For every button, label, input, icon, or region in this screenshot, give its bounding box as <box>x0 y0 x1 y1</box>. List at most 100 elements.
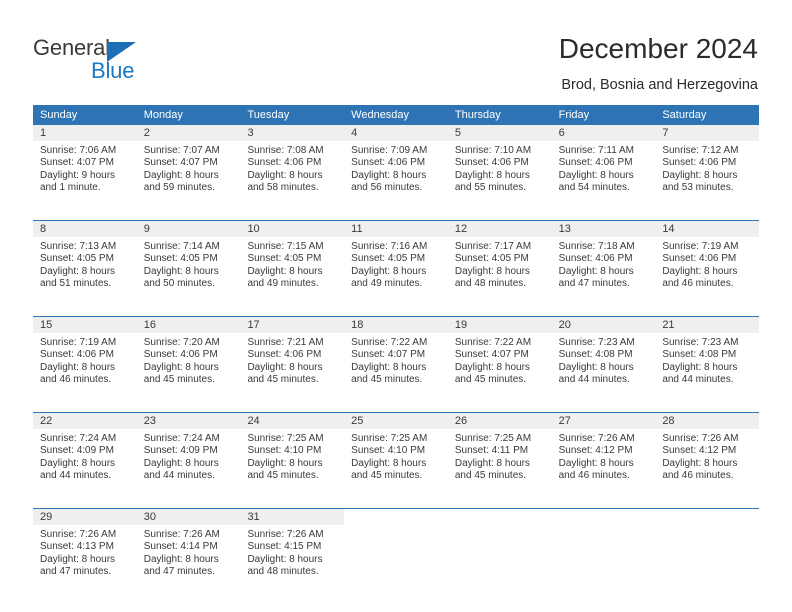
calendar-day-cell[interactable]: 2 Sunrise: 7:07 AM Sunset: 4:07 PM Daylight… <box>136 125 241 214</box>
calendar-day-cell[interactable]: 31 Sunrise: 7:26 AM Sunset: 4:15 PM Dayligh… <box>240 509 345 598</box>
calendar-day-cell[interactable]: 25 Sunrise: 7:25 AM Sunset: 4:10 PM Dayligh… <box>344 413 448 502</box>
day-number-band: 22 <box>33 413 137 430</box>
sunrise-text: Sunrise: 7:19 AM <box>40 337 117 348</box>
sunrise-text: Sunrise: 7:12 AM <box>662 145 739 156</box>
calendar-day-cell[interactable]: 11 Sunrise: 7:16 AM Sunset: 4:05 PM Dayligh… <box>344 221 448 310</box>
day-details: Sunrise: 7:22 AM Sunset: 4:07 PM Daylight:… <box>344 334 448 387</box>
calendar-day-cell[interactable]: 24 Sunrise: 7:25 AM Sunset: 4:10 PM Dayligh… <box>240 413 345 502</box>
calendar-day-cell[interactable]: 28 Sunrise: 7:26 AM Sunset: 4:12 PM Dayligh… <box>655 413 760 502</box>
sunset-text: Sunset: 4:06 PM <box>247 157 322 169</box>
sunset-text: Sunset: 4:08 PM <box>662 349 737 361</box>
day-details: Sunrise: 7:26 AM Sunset: 4:15 PM Daylight:… <box>240 526 344 579</box>
day-number-band: 1 <box>33 125 137 142</box>
calendar-day-cell[interactable]: 5 Sunrise: 7:10 AM Sunset: 4:06 PM Daylight… <box>447 125 552 214</box>
calendar-day-cell[interactable]: 10 Sunrise: 7:15 AM Sunset: 4:05 PM Dayligh… <box>240 221 345 310</box>
day-details: Sunrise: 7:19 AM Sunset: 4:06 PM Daylight:… <box>655 238 759 291</box>
day-number: 31 <box>247 511 260 523</box>
calendar-day-cell[interactable]: 3 Sunrise: 7:08 AM Sunset: 4:06 PM Daylight… <box>240 125 345 214</box>
calendar-day-cell[interactable]: 22 Sunrise: 7:24 AM Sunset: 4:09 PM Dayligh… <box>33 413 137 502</box>
daylight-text-line2: and 44 minutes. <box>662 374 734 386</box>
calendar-day-cell[interactable]: 8 Sunrise: 7:13 AM Sunset: 4:05 PM Daylight… <box>33 221 137 310</box>
calendar-day-cell[interactable]: 18 Sunrise: 7:22 AM Sunset: 4:07 PM Dayligh… <box>344 317 448 406</box>
daylight-text-line2: and 49 minutes. <box>247 278 319 290</box>
daylight-text-line2: and 55 minutes. <box>454 182 527 194</box>
day-number-band: 15 <box>33 317 137 334</box>
calendar-day-cell[interactable]: 15 Sunrise: 7:19 AM Sunset: 4:06 PM Dayligh… <box>33 317 137 406</box>
day-number-band <box>655 509 760 526</box>
weekday-header-sunday: Sunday <box>40 109 78 121</box>
day-details: Sunrise: 7:19 AM Sunset: 4:06 PM Daylight:… <box>33 334 137 387</box>
calendar-day-cell[interactable]: 14 Sunrise: 7:19 AM Sunset: 4:06 PM Dayligh… <box>655 221 760 310</box>
day-number: 24 <box>247 415 260 427</box>
day-number-band: 11 <box>344 221 448 238</box>
calendar-day-cell[interactable]: 23 Sunrise: 7:24 AM Sunset: 4:09 PM Dayligh… <box>136 413 241 502</box>
calendar-week-cells: 15 Sunrise: 7:19 AM Sunset: 4:06 PM Dayligh… <box>33 317 760 406</box>
calendar-day-cell-empty <box>447 509 552 598</box>
calendar-day-cell[interactable]: 7 Sunrise: 7:12 AM Sunset: 4:06 PM Daylight… <box>655 125 760 214</box>
daylight-text-line1: Daylight: 8 hours <box>247 169 323 181</box>
day-details: Sunrise: 7:25 AM Sunset: 4:10 PM Daylight:… <box>240 430 344 483</box>
calendar-day-cell[interactable]: 19 Sunrise: 7:22 AM Sunset: 4:07 PM Dayligh… <box>447 317 552 406</box>
sunset-text: Sunset: 4:06 PM <box>662 253 737 265</box>
sunrise-text: Sunrise: 7:25 AM <box>247 433 324 444</box>
daylight-text-line1: Daylight: 8 hours <box>558 169 634 181</box>
day-details: Sunrise: 7:11 AM Sunset: 4:06 PM Daylight:… <box>552 142 656 195</box>
calendar-day-cell[interactable]: 27 Sunrise: 7:26 AM Sunset: 4:12 PM Dayligh… <box>551 413 656 502</box>
daylight-text-line2: and 45 minutes. <box>454 374 527 386</box>
calendar-day-cell[interactable]: 6 Sunrise: 7:11 AM Sunset: 4:06 PM Daylight… <box>551 125 656 214</box>
sunset-text: Sunset: 4:06 PM <box>351 157 426 169</box>
day-details: Sunrise: 7:16 AM Sunset: 4:05 PM Daylight:… <box>344 238 448 291</box>
sunrise-text: Sunrise: 7:22 AM <box>454 337 532 348</box>
day-number: 10 <box>247 223 260 235</box>
day-number: 12 <box>454 223 468 235</box>
calendar-day-cell[interactable]: 16 Sunrise: 7:20 AM Sunset: 4:06 PM Dayligh… <box>136 317 241 406</box>
daylight-text-line1: Daylight: 8 hours <box>247 553 323 565</box>
day-number-band: 13 <box>551 221 656 238</box>
daylight-text-line2: and 45 minutes. <box>247 470 319 482</box>
calendar-day-cell[interactable]: 9 Sunrise: 7:14 AM Sunset: 4:05 PM Daylight… <box>136 221 241 310</box>
logo-text-blue: Blue <box>91 58 135 83</box>
calendar-day-cell[interactable]: 30 Sunrise: 7:26 AM Sunset: 4:14 PM Dayligh… <box>136 509 241 598</box>
page-header: General Blue December 2024 Brod, Bosnia … <box>0 0 792 100</box>
calendar-day-cell[interactable]: 26 Sunrise: 7:25 AM Sunset: 4:11 PM Dayligh… <box>447 413 552 502</box>
day-details: Sunrise: 7:10 AM Sunset: 4:06 PM Daylight:… <box>448 142 552 195</box>
page-title: December 2024 <box>558 33 758 64</box>
calendar-day-cell[interactable]: 20 Sunrise: 7:23 AM Sunset: 4:08 PM Dayligh… <box>551 317 656 406</box>
sunrise-text: Sunrise: 7:26 AM <box>558 433 635 444</box>
calendar-day-cell[interactable]: 13 Sunrise: 7:18 AM Sunset: 4:06 PM Dayligh… <box>551 221 656 310</box>
calendar-table: Sunday Monday Tuesday Wednesday Thursday… <box>33 105 760 604</box>
day-number-band: 17 <box>240 317 345 334</box>
day-number: 5 <box>454 127 461 139</box>
sunset-text: Sunset: 4:06 PM <box>558 253 633 265</box>
logo[interactable]: General Blue <box>33 36 213 88</box>
sunset-text: Sunset: 4:08 PM <box>558 349 633 361</box>
sunrise-text: Sunrise: 7:23 AM <box>558 337 635 348</box>
daylight-text-line2: and 47 minutes. <box>40 566 112 578</box>
calendar-week-row: 22 Sunrise: 7:24 AM Sunset: 4:09 PM Dayligh… <box>33 412 760 502</box>
calendar-day-cell[interactable]: 12 Sunrise: 7:17 AM Sunset: 4:05 PM Dayligh… <box>447 221 552 310</box>
sunset-text: Sunset: 4:06 PM <box>558 157 633 169</box>
daylight-text-line2: and 44 minutes. <box>143 470 215 482</box>
day-number-band: 21 <box>655 317 760 334</box>
logo-text-general: General <box>33 35 110 60</box>
daylight-text-line1: Daylight: 8 hours <box>40 265 116 277</box>
calendar-day-cell[interactable]: 29 Sunrise: 7:26 AM Sunset: 4:13 PM Dayligh… <box>33 509 137 598</box>
sunrise-text: Sunrise: 7:14 AM <box>143 241 220 252</box>
sunrise-text: Sunrise: 7:24 AM <box>143 433 220 444</box>
day-number-band: 8 <box>33 221 137 238</box>
day-number: 9 <box>143 223 150 235</box>
day-number: 29 <box>40 511 53 523</box>
day-number: 28 <box>662 415 675 427</box>
day-number-band: 24 <box>240 413 345 430</box>
daylight-text-line2: and 53 minutes. <box>662 182 734 194</box>
sunrise-text: Sunrise: 7:10 AM <box>454 145 532 156</box>
calendar-week-row: 15 Sunrise: 7:19 AM Sunset: 4:06 PM Dayligh… <box>33 316 760 406</box>
calendar-day-cell[interactable]: 4 Sunrise: 7:09 AM Sunset: 4:06 PM Daylight… <box>344 125 448 214</box>
calendar-day-cell[interactable]: 17 Sunrise: 7:21 AM Sunset: 4:06 PM Dayligh… <box>240 317 345 406</box>
calendar-day-cell[interactable]: 1 Sunrise: 7:06 AM Sunset: 4:07 PM Daylight… <box>33 125 137 214</box>
calendar-day-cell[interactable]: 21 Sunrise: 7:23 AM Sunset: 4:08 PM Dayligh… <box>655 317 760 406</box>
day-number: 25 <box>351 415 364 427</box>
sunrise-text: Sunrise: 7:26 AM <box>143 529 220 540</box>
sunrise-text: Sunrise: 7:25 AM <box>454 433 532 444</box>
sunrise-text: Sunrise: 7:08 AM <box>247 145 324 156</box>
